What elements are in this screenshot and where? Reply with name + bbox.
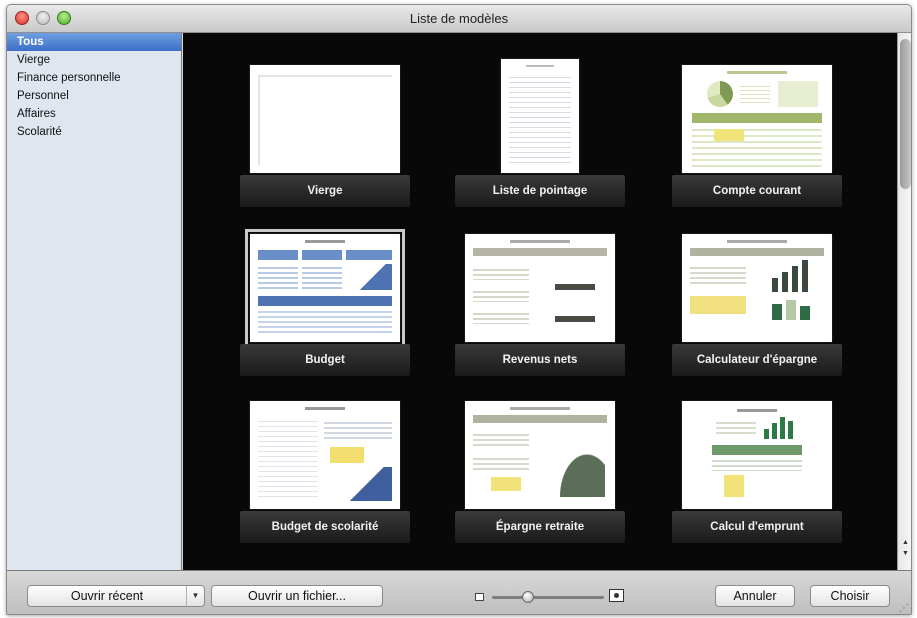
sidebar-item-vierge[interactable]: Vierge [7, 51, 181, 69]
template-label: Liste de pointage [455, 175, 625, 207]
chevron-down-icon[interactable]: ▼ [186, 586, 204, 606]
window-title: Liste de modèles [409, 11, 509, 26]
template-label: Vierge [240, 175, 410, 207]
template-thumbnail [682, 401, 832, 509]
template-thumbnail [465, 234, 615, 342]
template-thumbnail [245, 229, 405, 347]
template-tile-budget-de-scolarite[interactable]: Budget de scolarité [240, 401, 410, 551]
choose-button[interactable]: Choisir [810, 585, 890, 607]
bottom-toolbar: Ouvrir récent ▼ Ouvrir un fichier... Ann… [7, 570, 911, 614]
template-tile-revenus-nets[interactable]: Revenus nets [455, 234, 625, 384]
template-label: Calculateur d'épargne [672, 344, 842, 376]
template-label: Budget [240, 344, 410, 376]
title-bar[interactable]: Liste de modèles [7, 5, 911, 33]
template-tile-budget[interactable]: Budget [240, 229, 410, 384]
template-thumbnail [250, 401, 400, 509]
sidebar-item-affaires[interactable]: Affaires [7, 105, 181, 123]
template-gallery: Vierge Liste de pointage Compte courant [183, 33, 897, 570]
sidebar-item-tous[interactable]: Tous [7, 33, 181, 51]
template-tile-calculateur-epargne[interactable]: Calculateur d'épargne [672, 234, 842, 384]
thumbnail-size-slider-knob[interactable] [522, 591, 534, 603]
template-thumbnail [682, 234, 832, 342]
template-tile-liste-de-pointage[interactable]: Liste de pointage [455, 59, 625, 215]
template-label: Compte courant [672, 175, 842, 207]
open-file-button[interactable]: Ouvrir un fichier... [211, 585, 383, 607]
large-thumbnail-icon[interactable] [609, 589, 624, 602]
open-recent-button[interactable]: Ouvrir récent ▼ [27, 585, 205, 607]
template-thumbnail [250, 65, 400, 173]
scroll-down-icon[interactable]: ▼ [898, 549, 911, 559]
template-label: Épargne retraite [455, 511, 625, 543]
cancel-button[interactable]: Annuler [715, 585, 795, 607]
template-thumbnail [682, 65, 832, 173]
sidebar-item-finance-personnelle[interactable]: Finance personnelle [7, 69, 181, 87]
template-label: Revenus nets [455, 344, 625, 376]
template-tile-epargne-retraite[interactable]: Épargne retraite [455, 401, 625, 551]
template-thumbnail [465, 401, 615, 509]
vertical-scrollbar[interactable]: ▲ ▼ [897, 33, 911, 570]
template-label: Budget de scolarité [240, 511, 410, 543]
small-thumbnail-icon[interactable] [475, 593, 484, 601]
template-tile-vierge[interactable]: Vierge [240, 65, 410, 215]
template-thumbnail [501, 59, 579, 173]
thumbnail-size-slider[interactable] [492, 596, 604, 599]
resize-grip-icon[interactable]: ⋰ [899, 603, 909, 614]
template-chooser-window: Liste de modèles Tous Vierge Finance per… [6, 4, 912, 615]
category-sidebar: Tous Vierge Finance personnelle Personne… [7, 33, 182, 570]
template-label: Calcul d'emprunt [672, 511, 842, 543]
sidebar-item-personnel[interactable]: Personnel [7, 87, 181, 105]
scrollbar-thumb[interactable] [900, 39, 911, 189]
scroll-up-icon[interactable]: ▲ [898, 538, 911, 548]
sidebar-item-scolarite[interactable]: Scolarité [7, 123, 181, 141]
template-tile-calcul-emprunt[interactable]: Calcul d'emprunt [672, 401, 842, 551]
open-recent-label: Ouvrir récent [70, 589, 144, 603]
template-tile-compte-courant[interactable]: Compte courant [672, 65, 842, 215]
